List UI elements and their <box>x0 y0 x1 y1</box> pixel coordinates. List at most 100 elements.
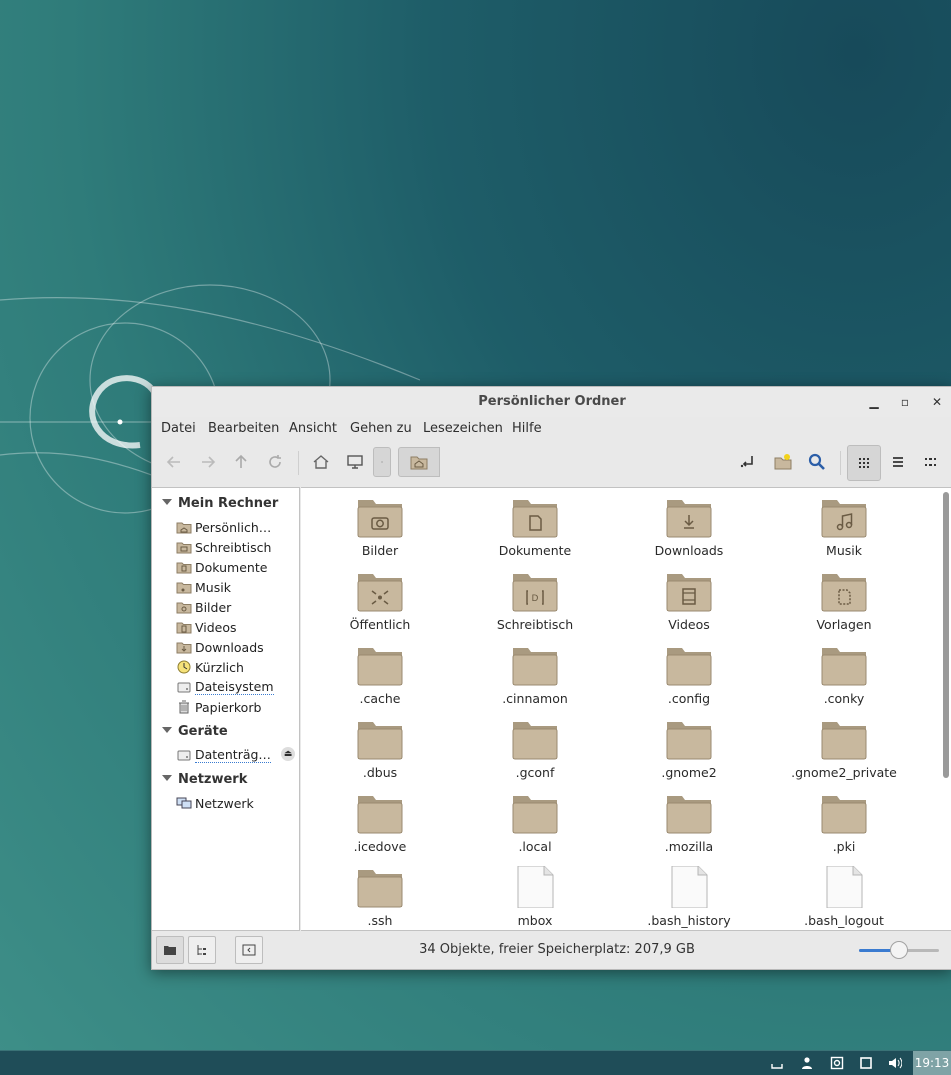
file-item[interactable]: .mozilla <box>619 784 759 856</box>
statusbar: 34 Objekte, freier Speicherplatz: 207,9 … <box>152 931 951 969</box>
menu-lesezeichen[interactable]: Lesezeichen <box>423 421 503 436</box>
home-button[interactable] <box>306 447 336 477</box>
open-terminal-button[interactable] <box>733 447 763 477</box>
file-item[interactable]: .conky <box>774 636 914 708</box>
sidebar-item-musik[interactable]: Musik <box>176 578 231 596</box>
toggle-sidebar-button[interactable] <box>235 936 263 964</box>
titlebar[interactable]: Persönlicher Ordner ▁ ▫ ✕ <box>152 387 951 417</box>
clock[interactable]: 19:13 <box>913 1051 951 1075</box>
new-folder-button[interactable] <box>768 447 798 477</box>
menu-gehen-zu[interactable]: Gehen zu <box>350 421 412 436</box>
folder-music-icon <box>821 500 867 538</box>
file-item[interactable]: D Schreibtisch <box>465 562 605 634</box>
volume-icon <box>889 1057 902 1069</box>
folder-icon <box>357 870 403 908</box>
update-applet[interactable] <box>827 1054 847 1072</box>
file-name: Dokumente <box>498 543 572 558</box>
file-item[interactable]: .gconf <box>465 710 605 782</box>
breadcrumb-home[interactable] <box>398 447 440 477</box>
show-tree-button[interactable] <box>188 936 216 964</box>
eject-icon[interactable]: ⏏ <box>281 747 295 761</box>
file-item[interactable]: .ssh <box>310 858 450 930</box>
volume-applet[interactable] <box>885 1054 905 1072</box>
file-item[interactable]: mbox <box>465 858 605 930</box>
zoom-slider-knob[interactable] <box>890 941 908 959</box>
file-item[interactable]: .bash_history <box>619 858 759 930</box>
drive-harddisk-icon <box>177 682 191 693</box>
window-list-applet[interactable] <box>856 1054 876 1072</box>
file-item[interactable]: .cache <box>310 636 450 708</box>
folder-desktop-icon: D <box>512 574 558 612</box>
sidebar-section-mein-rechner[interactable]: Mein Rechner <box>162 496 278 511</box>
file-item[interactable]: Musik <box>774 488 914 560</box>
sidebar-item-kuerzlich[interactable]: Kürzlich <box>176 658 244 676</box>
sidebar-item-downloads[interactable]: Downloads <box>176 638 264 656</box>
sidebar-item-bilder[interactable]: Bilder <box>176 598 231 616</box>
file-item[interactable]: Bilder <box>310 488 450 560</box>
back-button[interactable] <box>159 447 189 477</box>
folder-pictures-icon <box>357 500 403 538</box>
file-item[interactable]: Downloads <box>619 488 759 560</box>
file-item[interactable]: Videos <box>619 562 759 634</box>
file-name: Bilder <box>361 543 399 558</box>
file-item[interactable]: .dbus <box>310 710 450 782</box>
menu-ansicht[interactable]: Ansicht <box>289 421 337 436</box>
file-icon <box>826 866 863 908</box>
vertical-scrollbar[interactable] <box>943 492 949 778</box>
sidebar-item-netzwerk[interactable]: Netzwerk <box>176 794 254 812</box>
reload-button[interactable] <box>260 447 290 477</box>
file-item[interactable]: .cinnamon <box>465 636 605 708</box>
file-item[interactable]: .pki <box>774 784 914 856</box>
path-toggle-button[interactable]: · <box>373 447 391 477</box>
compact-view-button[interactable] <box>916 447 946 477</box>
show-places-button[interactable] <box>156 936 184 964</box>
file-icon-view[interactable]: Bilder Dokumente Downloads Musik Öffentlich D… <box>301 487 951 931</box>
folder-icon <box>821 648 867 686</box>
search-button[interactable] <box>802 447 832 477</box>
file-item[interactable]: .local <box>465 784 605 856</box>
zoom-slider[interactable] <box>859 941 939 959</box>
file-item[interactable]: .gnome2_private <box>774 710 914 782</box>
file-item[interactable]: .icedove <box>310 784 450 856</box>
folder-icon <box>821 796 867 834</box>
user-applet[interactable] <box>797 1054 817 1072</box>
sidebar-section-netzwerk[interactable]: Netzwerk <box>162 772 247 787</box>
sidebar-item-dokumente[interactable]: Dokumente <box>176 558 267 576</box>
minimize-icon[interactable]: ▁ <box>865 393 883 411</box>
tree-icon <box>197 945 206 955</box>
folder-downloads-icon <box>666 500 712 538</box>
sidebar-item-home[interactable]: Persönlich… <box>176 518 271 536</box>
menu-datei[interactable]: Datei <box>161 421 196 436</box>
file-item[interactable]: .gnome2 <box>619 710 759 782</box>
sidebar-item-videos[interactable]: Videos <box>176 618 237 636</box>
file-name: .ssh <box>367 913 393 928</box>
icon-view-button[interactable] <box>847 445 881 481</box>
forward-icon <box>202 456 216 468</box>
menu-bearbeiten[interactable]: Bearbeiten <box>208 421 279 436</box>
sidebar-item-dateisystem[interactable]: Dateisystem <box>176 678 274 696</box>
file-item[interactable]: Vorlagen <box>774 562 914 634</box>
sidebar-item-label: Musik <box>195 579 231 595</box>
computer-button[interactable] <box>340 447 370 477</box>
sidebar-section-geraete[interactable]: Geräte <box>162 724 228 739</box>
file-item[interactable]: .bash_logout <box>774 858 914 930</box>
maximize-icon[interactable]: ▫ <box>896 393 914 411</box>
sidebar-item-schreibtisch[interactable]: Schreibtisch <box>176 538 271 556</box>
file-item[interactable]: Öffentlich <box>310 562 450 634</box>
file-item[interactable]: .config <box>619 636 759 708</box>
workspace-switcher[interactable] <box>767 1054 787 1072</box>
close-icon[interactable]: ✕ <box>928 393 946 411</box>
folder-icon <box>666 796 712 834</box>
menu-hilfe[interactable]: Hilfe <box>512 421 542 436</box>
folder-icon <box>821 722 867 760</box>
forward-button[interactable] <box>193 447 223 477</box>
sidebar-item-papierkorb[interactable]: Papierkorb <box>176 698 261 716</box>
file-name: .conky <box>823 691 865 706</box>
up-button[interactable] <box>226 447 256 477</box>
new-folder-icon <box>774 454 792 470</box>
folder-public-icon <box>357 574 403 612</box>
file-item[interactable]: Dokumente <box>465 488 605 560</box>
list-view-button[interactable] <box>883 447 913 477</box>
sidebar-item-datentraeger[interactable]: Datenträg… <box>176 746 271 764</box>
folder-templates-icon <box>821 574 867 612</box>
